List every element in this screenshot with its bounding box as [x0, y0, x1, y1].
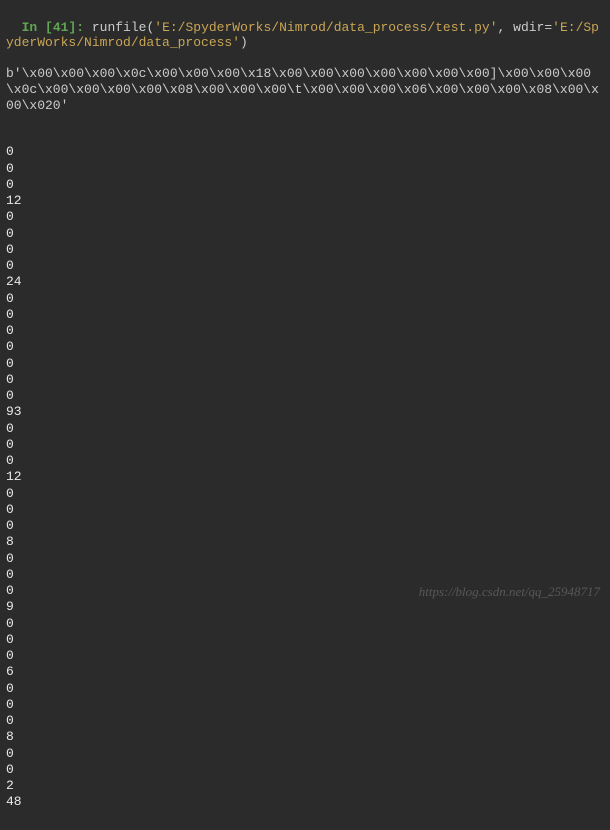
output-value: 0: [6, 681, 604, 697]
output-value: 0: [6, 551, 604, 567]
output-value: 0: [6, 226, 604, 242]
output-value: 0: [6, 242, 604, 258]
output-value: 0: [6, 486, 604, 502]
prompt-in-label: In: [22, 20, 38, 35]
output-value: 0: [6, 713, 604, 729]
input-line: In [41]: runfile('E:/SpyderWorks/Nimrod/…: [6, 20, 599, 51]
output-value: 0: [6, 762, 604, 778]
output-value: 0: [6, 453, 604, 469]
output-value: 0: [6, 388, 604, 404]
prompt-number: 41: [53, 20, 69, 35]
output-value: 0: [6, 307, 604, 323]
console-output: In [41]: runfile('E:/SpyderWorks/Nimrod/…: [0, 0, 610, 830]
output-value: 0: [6, 372, 604, 388]
output-value: 0: [6, 144, 604, 160]
output-value: 0: [6, 258, 604, 274]
code-arg-file: 'E:/SpyderWorks/Nimrod/data_process/test…: [154, 20, 497, 35]
code-function: runfile: [92, 20, 147, 35]
output-value: 48: [6, 794, 604, 810]
output-value: 0: [6, 567, 604, 583]
output-value: 12: [6, 469, 604, 485]
output-value: 0: [6, 323, 604, 339]
output-value: 2: [6, 778, 604, 794]
numeric-output-list: 0001200002400000009300012000800090006000…: [6, 144, 604, 810]
bytes-literal-output: b'\x00\x00\x00\x0c\x00\x00\x00\x18\x00\x…: [6, 66, 604, 113]
output-value: 0: [6, 291, 604, 307]
output-value: 8: [6, 534, 604, 550]
output-value: 0: [6, 339, 604, 355]
output-value: 0: [6, 209, 604, 225]
output-value: 6: [6, 664, 604, 680]
watermark-text: https://blog.csdn.net/qq_25948717: [419, 584, 600, 600]
output-value: 0: [6, 632, 604, 648]
output-value: 0: [6, 648, 604, 664]
output-value: 0: [6, 177, 604, 193]
output-value: 24: [6, 274, 604, 290]
output-value: 0: [6, 356, 604, 372]
output-value: 0: [6, 697, 604, 713]
output-value: 12: [6, 193, 604, 209]
output-value: 0: [6, 437, 604, 453]
output-value: 0: [6, 518, 604, 534]
output-value: 93: [6, 404, 604, 420]
output-value: 9: [6, 599, 604, 615]
output-value: 0: [6, 502, 604, 518]
output-value: 0: [6, 616, 604, 632]
output-value: 0: [6, 746, 604, 762]
output-value: 0: [6, 421, 604, 437]
output-value: 8: [6, 729, 604, 745]
output-value: 0: [6, 161, 604, 177]
code-arg-wdir-key: wdir: [513, 20, 544, 35]
